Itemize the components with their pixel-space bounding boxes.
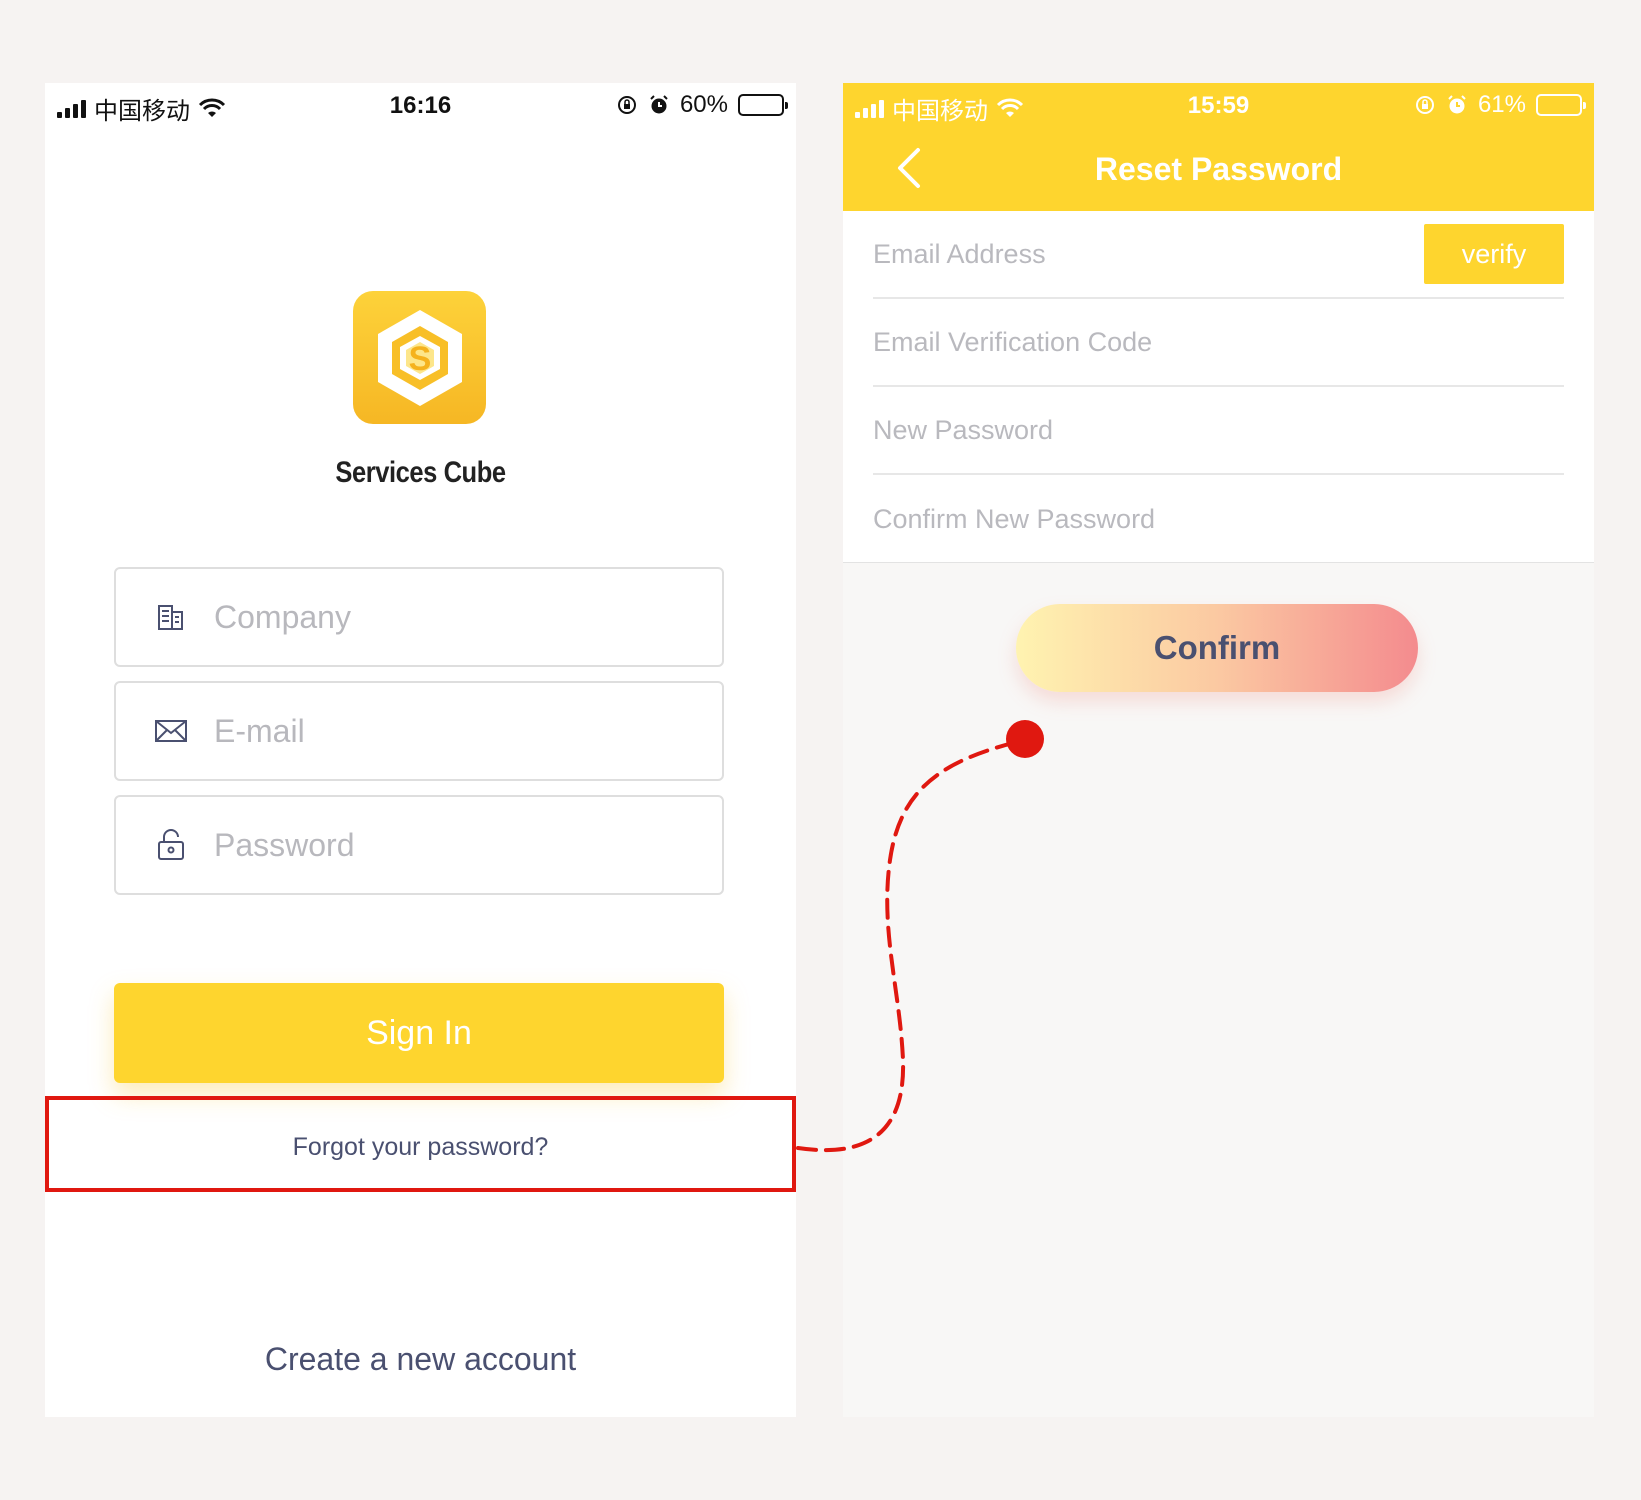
app-name: Services Cube [335,456,506,489]
battery-percent: 61% [1477,91,1526,118]
password-field[interactable] [114,795,724,895]
padlock-icon [154,828,188,862]
lock-rotation-icon [1415,96,1434,114]
sign-in-button[interactable]: Sign In [114,983,724,1083]
company-input[interactable] [214,598,722,636]
reset-password-screen: 中国移动 15:59 61% Reset Password Email Addr… [843,83,1594,1417]
new-password-row [873,387,1564,475]
battery-icon [1536,94,1586,116]
verify-button[interactable]: verify [1424,224,1564,284]
company-icon [154,600,188,634]
logo-letter: S [408,340,431,378]
company-field[interactable] [114,567,724,667]
confirm-password-input[interactable] [873,503,1564,535]
sign-in-screen: 中国移动 16:16 60% S Services Cube Company E… [45,83,796,1417]
new-password-input[interactable] [873,414,1564,446]
status-right-group: 61% [1414,91,1586,119]
highlight-box [45,1096,796,1192]
alarm-icon [650,95,668,114]
email-address-input[interactable] [873,238,1424,270]
confirm-password-row [873,475,1564,563]
confirm-button[interactable]: Confirm [1016,604,1418,692]
reset-form: verify [843,211,1594,563]
canvas: 中国移动 16:16 60% S Services Cube Company E… [0,0,1641,1500]
status-bar: 中国移动 15:59 61% [843,83,1594,127]
battery-percent: 60% [679,91,728,118]
lock-rotation-icon [617,96,636,114]
verification-code-row [873,299,1564,387]
status-bar: 中国移动 16:16 60% [45,83,796,127]
cube-logo-icon: S [377,309,462,406]
app-logo: S [353,291,486,424]
email-address-row: verify [873,211,1564,299]
alarm-icon [1448,95,1466,114]
nav-header: 中国移动 15:59 61% Reset Password [843,83,1594,211]
email-input[interactable] [214,712,722,750]
password-input[interactable] [214,826,722,864]
create-account-link[interactable]: Create a new account [45,1341,796,1378]
email-field[interactable] [114,681,724,781]
envelope-icon [154,714,188,748]
status-right-group: 60% [616,91,788,119]
verification-code-input[interactable] [873,326,1564,358]
page-title: Reset Password [1094,151,1343,187]
battery-icon [738,94,788,116]
